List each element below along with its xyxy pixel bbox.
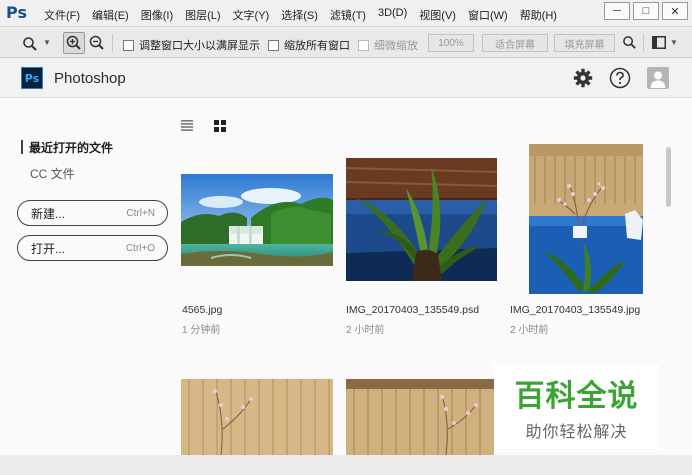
file-time-4565: 1 分钟前 [182, 325, 221, 336]
watermark: 百科全说 助你轻松解决 [494, 364, 659, 449]
scrollbar[interactable] [666, 147, 671, 207]
start-workspace: Ps Photoshop 最近打开的文件 CC 文件 新建... Ctrl+N … [0, 59, 692, 475]
search-icon[interactable] [622, 35, 637, 50]
menu-edit[interactable]: 编辑(E) [92, 7, 129, 23]
zoom-in-icon [66, 35, 81, 50]
file-thumbnail-img-psd[interactable] [346, 158, 497, 281]
zoom-out-icon [89, 35, 104, 50]
menu-window[interactable]: 窗口(W) [468, 7, 508, 23]
zoom-out-button[interactable] [86, 32, 108, 54]
open-file-button[interactable]: 打开... Ctrl+O [17, 235, 168, 261]
minimize-button[interactable]: ─ [604, 2, 630, 20]
workspace-header: Ps Photoshop [0, 59, 692, 98]
menu-file[interactable]: 文件(F) [44, 7, 80, 23]
scrubby-zoom-label: 细微缩放 [374, 40, 418, 52]
user-avatar-icon[interactable] [647, 67, 669, 89]
zoom-all-windows-label: 缩放所有窗口 [284, 40, 350, 52]
watermark-subtitle: 助你轻松解决 [525, 424, 628, 441]
checkbox-box[interactable] [358, 39, 369, 51]
menu-items: 文件(F) 编辑(E) 图像(I) 图层(L) 文字(Y) 选择(S) 滤镜(T… [44, 7, 569, 23]
watermark-title: 百科全说 [514, 379, 639, 414]
file-thumbnail-row2-2[interactable] [346, 379, 494, 455]
file-name-img-psd[interactable]: IMG_20170403_135549.psd [346, 304, 479, 316]
file-thumbnail-4565[interactable] [181, 174, 333, 266]
scrubby-zoom-checkbox[interactable]: 细微缩放 [358, 37, 418, 53]
help-icon[interactable] [609, 67, 631, 89]
open-file-shortcut: Ctrl+O [125, 242, 155, 254]
menu-view[interactable]: 视图(V) [419, 7, 456, 23]
menu-bar: Ps 文件(F) 编辑(E) 图像(I) 图层(L) 文字(Y) 选择(S) 滤… [0, 0, 692, 27]
file-time-img-psd: 2 小时前 [346, 325, 385, 336]
app-logo: Ps [6, 3, 27, 22]
grid-view-icon[interactable] [214, 120, 226, 132]
file-name-4565[interactable]: 4565.jpg [182, 304, 222, 316]
separator [112, 34, 113, 52]
open-file-label: 打开... [31, 241, 66, 256]
menu-3d[interactable]: 3D(D) [378, 7, 407, 23]
gear-icon[interactable] [573, 68, 593, 88]
menu-layer[interactable]: 图层(L) [185, 7, 220, 23]
start-sidebar: 最近打开的文件 CC 文件 新建... Ctrl+N 打开... Ctrl+O [17, 139, 169, 261]
close-button[interactable]: ✕ [662, 2, 688, 20]
resize-windows-checkbox[interactable]: 调整窗口大小以满屏显示 [123, 37, 260, 53]
window-controls: ─ □ ✕ [601, 2, 688, 20]
checkbox-box[interactable] [123, 39, 134, 51]
fit-screen-button[interactable]: 适合屏幕 [482, 34, 548, 52]
workspace-chevron-down-icon[interactable]: ▼ [670, 38, 678, 47]
file-name-img-jpg[interactable]: IMG_20170403_135549.jpg [510, 304, 640, 316]
photoshop-logo: Ps [21, 67, 43, 89]
file-time-img-jpg: 2 小时前 [510, 325, 549, 336]
zoom-tool-icon[interactable] [22, 36, 38, 52]
menu-select[interactable]: 选择(S) [281, 7, 318, 23]
workspace-layout-icon[interactable] [652, 36, 666, 49]
zoom-100-button[interactable]: 100% [428, 34, 474, 52]
menu-image[interactable]: 图像(I) [141, 7, 173, 23]
bottom-status-strip [0, 455, 692, 475]
list-view-icon[interactable] [181, 120, 193, 131]
file-thumbnail-row2-1[interactable] [181, 379, 333, 455]
zoom-in-button[interactable] [63, 32, 85, 54]
sidebar-item-cc-files[interactable]: CC 文件 [17, 165, 169, 182]
file-thumbnail-img-jpg[interactable] [529, 144, 643, 294]
new-file-label: 新建... [31, 206, 66, 221]
menu-filter[interactable]: 滤镜(T) [330, 7, 366, 23]
checkbox-box[interactable] [268, 39, 279, 51]
maximize-button[interactable]: □ [633, 2, 659, 20]
sidebar-item-recent-files[interactable]: 最近打开的文件 [17, 139, 169, 155]
menu-help[interactable]: 帮助(H) [520, 7, 557, 23]
separator [643, 34, 644, 52]
menu-type[interactable]: 文字(Y) [233, 7, 270, 23]
fill-screen-button[interactable]: 填充屏幕 [554, 34, 615, 52]
resize-windows-label: 调整窗口大小以满屏显示 [139, 40, 260, 52]
options-bar: ▼ 调整窗口大小以满屏显示 缩放所有窗口 细微缩放 100% 适合屏幕 填充屏幕 [0, 28, 692, 58]
new-file-button[interactable]: 新建... Ctrl+N [17, 200, 168, 226]
tool-preset-chevron-down-icon[interactable]: ▼ [43, 38, 51, 47]
new-file-shortcut: Ctrl+N [126, 207, 155, 219]
zoom-all-windows-checkbox[interactable]: 缩放所有窗口 [268, 37, 350, 53]
page-title: Photoshop [54, 70, 126, 87]
